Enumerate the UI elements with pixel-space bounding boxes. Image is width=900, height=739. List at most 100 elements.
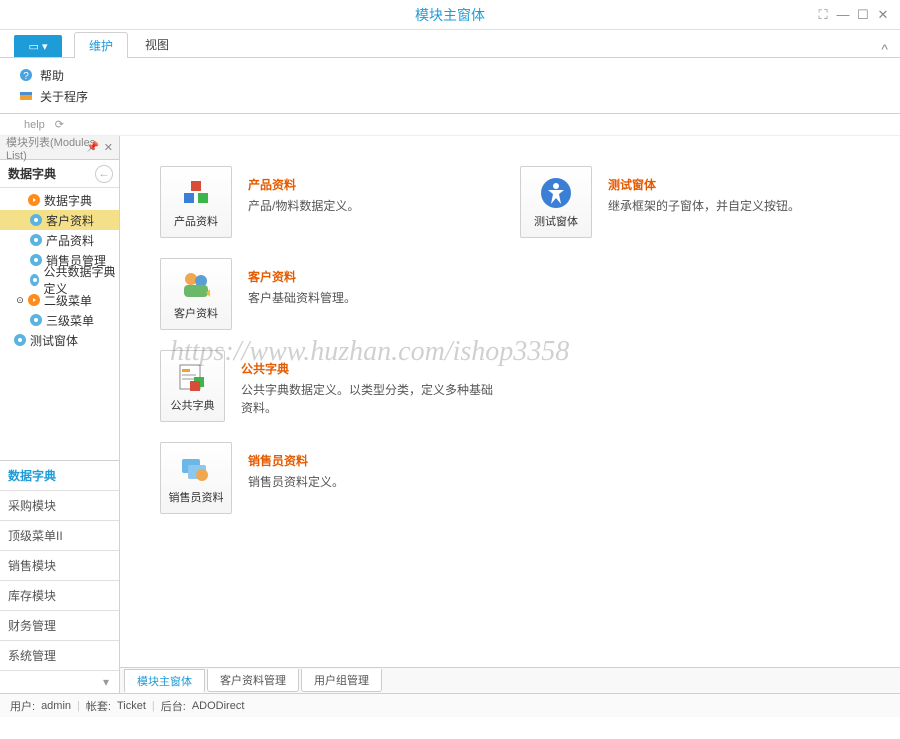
back-icon[interactable]: ← <box>95 165 113 183</box>
ribbon-tab-view[interactable]: 视图 <box>130 31 184 57</box>
tile <box>520 350 860 422</box>
tree-node[interactable]: 三级菜单 <box>0 310 119 330</box>
tree-node[interactable]: 客户资料 <box>0 210 119 230</box>
item-icon <box>30 214 42 226</box>
tiles: 产品资料产品资料产品/物料数据定义。测试窗体测试窗体继承框架的子窗体，并自定义按… <box>160 166 860 514</box>
tile-button-cubes[interactable]: 产品资料 <box>160 166 232 238</box>
tile-text: 产品资料产品/物料数据定义。 <box>248 166 359 215</box>
ribbon-tab-maintain[interactable]: 维护 <box>74 32 128 58</box>
tile-button-label: 产品资料 <box>174 213 218 229</box>
expand-icon[interactable] <box>14 194 26 206</box>
tile: 产品资料产品资料产品/物料数据定义。 <box>160 166 500 238</box>
category-item[interactable]: 财务管理 <box>0 611 119 641</box>
title-bar: 模块主窗体 ⛶ — ☐ ✕ <box>0 0 900 30</box>
about-icon <box>18 88 34 104</box>
tree-node[interactable]: 产品资料 <box>0 230 119 250</box>
main-area: 产品资料产品资料产品/物料数据定义。测试窗体测试窗体继承框架的子窗体，并自定义按… <box>120 136 900 693</box>
tile-text: 销售员资料销售员资料定义。 <box>248 442 344 491</box>
help-label: 帮助 <box>40 67 64 84</box>
tile-button-accessibility[interactable]: 测试窗体 <box>520 166 592 238</box>
tree-node[interactable]: 测试窗体 <box>0 330 119 350</box>
tile-text: 测试窗体继承框架的子窗体，并自定义按钮。 <box>608 166 800 215</box>
help-icon: ? <box>18 67 34 83</box>
window-title: 模块主窗体 <box>415 5 485 25</box>
minimize-icon[interactable]: — <box>834 6 852 24</box>
sales-icon <box>178 451 214 487</box>
category-header: 数据字典 ← <box>0 160 119 188</box>
window-controls: ⛶ — ☐ ✕ <box>814 6 892 24</box>
status-account-label: 帐套: <box>86 698 111 714</box>
about-button[interactable]: 关于程序 <box>18 88 882 105</box>
tree-label: 数据字典 <box>44 192 92 209</box>
folder-icon <box>28 294 40 306</box>
tile: 销售员资料销售员资料销售员资料定义。 <box>160 442 500 514</box>
category-item[interactable]: 采购模块 <box>0 491 119 521</box>
doc-tab[interactable]: 用户组管理 <box>301 669 382 692</box>
tile-desc: 公共字典数据定义。以类型分类，定义多种基础资料。 <box>241 381 500 417</box>
tile-title: 客户资料 <box>248 268 356 285</box>
tree: 数据字典客户资料产品资料销售员管理公共数据字典定义⊙二级菜单三级菜单测试窗体 <box>0 188 119 460</box>
category-item[interactable]: 销售模块 <box>0 551 119 581</box>
tree-node[interactable]: 数据字典 <box>0 190 119 210</box>
tile-title: 产品资料 <box>248 176 359 193</box>
sidebar: 模块列表(Modules List) 📌 ✕ 数据字典 ← 数据字典客户资料产品… <box>0 136 120 693</box>
category-list: 数据字典采购模块顶级菜单II销售模块库存模块财务管理系统管理 <box>0 460 119 671</box>
close-icon[interactable]: ✕ <box>874 6 892 24</box>
tile: 公共字典 公共字典公共字典数据定义。以类型分类，定义多种基础资料。 <box>160 350 500 422</box>
tile-text: 公共字典公共字典数据定义。以类型分类，定义多种基础资料。 <box>241 350 500 417</box>
tile: 客户资料客户资料客户基础资料管理。 <box>160 258 500 330</box>
tile-desc: 继承框架的子窗体，并自定义按钮。 <box>608 197 800 215</box>
tile-button-label: 公共字典 <box>170 397 214 413</box>
tile-desc: 产品/物料数据定义。 <box>248 197 359 215</box>
doc-tab[interactable]: 模块主窗体 <box>124 669 205 693</box>
workspace: 模块列表(Modules List) 📌 ✕ 数据字典 ← 数据字典客户资料产品… <box>0 136 900 693</box>
refresh-icon[interactable]: ⟳ <box>55 118 64 131</box>
category-more[interactable]: ▾ <box>0 671 119 693</box>
svg-text:?: ? <box>23 71 29 82</box>
tile-desc: 销售员资料定义。 <box>248 473 344 491</box>
item-icon <box>30 254 42 266</box>
expand-icon[interactable]: ⊙ <box>14 294 26 306</box>
tile-button-label: 测试窗体 <box>534 213 578 229</box>
maximize-icon[interactable]: ☐ <box>854 6 872 24</box>
item-icon <box>30 234 42 246</box>
help-button[interactable]: ? 帮助 <box>18 67 882 84</box>
category-item[interactable]: 数据字典 <box>0 461 119 491</box>
item-icon <box>30 274 39 286</box>
restore-icon[interactable]: ⛶ <box>814 6 832 24</box>
item-icon <box>14 334 26 346</box>
status-user-value: admin <box>41 700 71 712</box>
ribbon-body: ? 帮助 关于程序 <box>0 58 900 114</box>
dict-icon <box>174 359 210 395</box>
tile-button-users[interactable]: 客户资料 <box>160 258 232 330</box>
quick-access: help ⟳ <box>0 114 900 136</box>
tree-label: 二级菜单 <box>44 292 92 309</box>
tile-button-sales[interactable]: 销售员资料 <box>160 442 232 514</box>
sidebar-header: 模块列表(Modules List) 📌 ✕ <box>0 136 119 160</box>
collapse-ribbon-icon[interactable]: ^ <box>881 41 888 57</box>
tile-title: 销售员资料 <box>248 452 344 469</box>
users-icon <box>178 267 214 303</box>
status-backend-value: ADODirect <box>192 700 245 712</box>
tree-label: 三级菜单 <box>46 312 94 329</box>
quick-help-label[interactable]: help <box>24 119 45 131</box>
document-tabs: 模块主窗体客户资料管理用户组管理 <box>120 667 900 693</box>
category-item[interactable]: 顶级菜单II <box>0 521 119 551</box>
category-item[interactable]: 系统管理 <box>0 641 119 671</box>
category-title: 数据字典 <box>8 165 56 182</box>
folder-icon <box>28 194 40 206</box>
about-label: 关于程序 <box>40 88 88 105</box>
tile-button-dict[interactable]: 公共字典 <box>160 350 225 422</box>
tree-node[interactable]: 公共数据字典定义 <box>0 270 119 290</box>
status-bar: 用户:admin | 帐套:Ticket | 后台:ADODirect <box>0 693 900 717</box>
tile <box>520 258 860 330</box>
tree-label: 测试窗体 <box>30 332 78 349</box>
category-item[interactable]: 库存模块 <box>0 581 119 611</box>
pin-icon[interactable]: 📌 <box>87 142 99 153</box>
tree-label: 产品资料 <box>46 232 94 249</box>
app-menu-button[interactable]: ▭ ▾ <box>14 35 62 57</box>
content: 产品资料产品资料产品/物料数据定义。测试窗体测试窗体继承框架的子窗体，并自定义按… <box>120 136 900 667</box>
doc-tab[interactable]: 客户资料管理 <box>207 669 299 692</box>
sidebar-close-icon[interactable]: ✕ <box>104 141 113 154</box>
item-icon <box>30 314 42 326</box>
